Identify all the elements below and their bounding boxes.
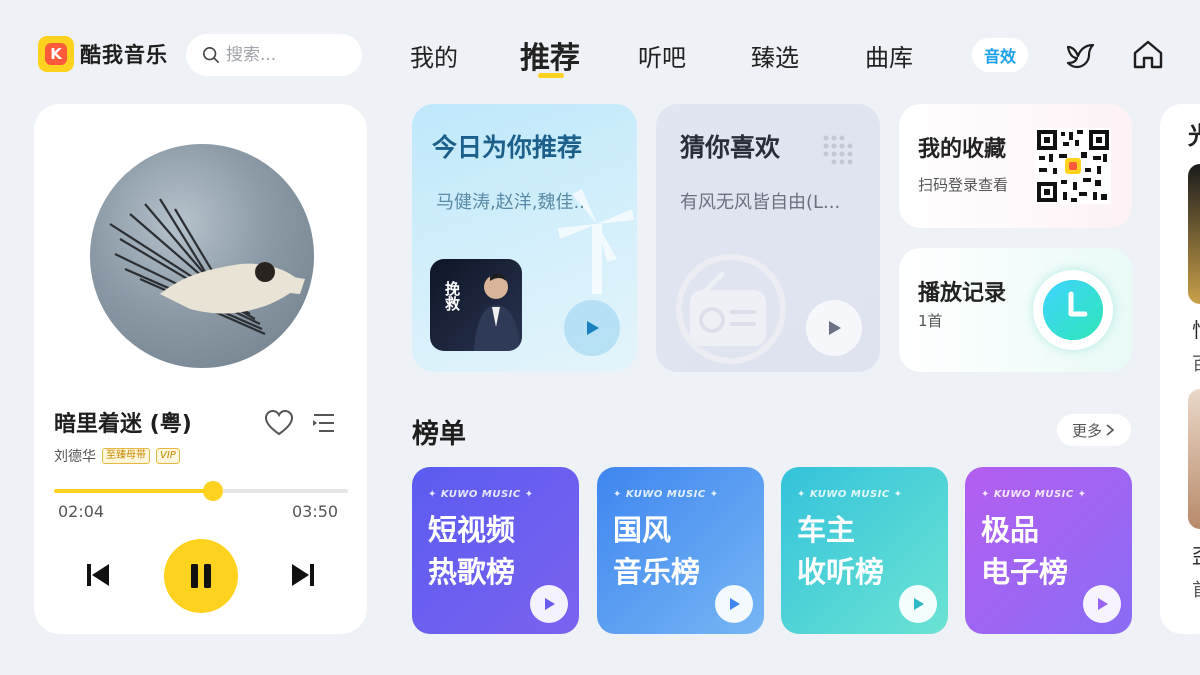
- daily-play-button[interactable]: [564, 300, 620, 356]
- now-playing-card: 暗里着迷 (粤) 刘德华 至臻母带 VIP 02:04 03:50: [34, 104, 367, 634]
- partial-text-4: 首: [1192, 576, 1200, 602]
- chart-play-button[interactable]: [715, 585, 753, 623]
- sound-effect-button[interactable]: 音效: [972, 38, 1028, 72]
- kuwo-music-brand: ✦ KUWO MUSIC ✦: [981, 489, 1087, 500]
- chart-name-line1: 极品: [981, 513, 1040, 547]
- pause-icon: [191, 564, 211, 588]
- artist-name[interactable]: 刘德华: [54, 446, 96, 466]
- kuwo-music-brand: ✦ KUWO MUSIC ✦: [797, 489, 903, 500]
- clock-graphic: [1043, 280, 1103, 340]
- partial-text-2: 百: [1192, 350, 1200, 376]
- chart-card-electronic[interactable]: ✦ KUWO MUSIC ✦ 极品 电子榜: [965, 467, 1132, 634]
- kuwo-music-brand: ✦ KUWO MUSIC ✦: [428, 489, 534, 500]
- tab-selected[interactable]: 臻选: [751, 38, 799, 73]
- chart-name-line1: 车主: [797, 513, 856, 547]
- search-box[interactable]: [186, 34, 362, 76]
- chart-name-line1: 国风: [613, 513, 672, 547]
- play-icon: [914, 598, 924, 610]
- chart-name-line1: 短视频: [428, 513, 516, 547]
- progress-fill: [54, 489, 213, 493]
- tab-recommend[interactable]: 推荐: [520, 33, 580, 77]
- favorites-title: 我的收藏: [918, 137, 1007, 162]
- top-bar: K 酷我音乐 我的 推荐 听吧 臻选 曲库 音效: [0, 0, 1200, 104]
- kuwo-logo-icon: K: [38, 36, 74, 72]
- artist-row: 刘德华 至臻母带 VIP: [54, 446, 180, 466]
- progress-handle[interactable]: [202, 481, 223, 501]
- current-time: 02:04: [58, 502, 105, 521]
- chevron-right-icon: [1106, 424, 1115, 436]
- app-name: 酷我音乐: [80, 43, 168, 67]
- album-thumb-title: 挽救: [443, 281, 461, 311]
- radio-icon: [676, 254, 786, 364]
- history-title: 播放记录: [918, 281, 1007, 306]
- search-input[interactable]: [226, 45, 346, 65]
- charts-more-button[interactable]: 更多: [1057, 414, 1131, 446]
- album-art: [109, 198, 305, 336]
- bird-icon[interactable]: [1064, 38, 1098, 72]
- tab-mine[interactable]: 我的: [410, 38, 458, 73]
- search-icon: [202, 46, 220, 64]
- partial-thumb-1: [1188, 164, 1200, 304]
- partial-side-card[interactable]: 光 怕 百 歪 首: [1160, 104, 1200, 634]
- chart-name-line2: 热歌榜: [428, 555, 516, 589]
- partial-thumb-2: [1188, 389, 1200, 529]
- active-tab-indicator: [538, 73, 564, 78]
- play-history-card[interactable]: 播放记录 1首: [899, 248, 1132, 372]
- master-quality-badge: 至臻母带: [102, 448, 150, 464]
- partial-text-3: 歪: [1192, 540, 1200, 569]
- kuwo-music-brand: ✦ KUWO MUSIC ✦: [613, 489, 719, 500]
- more-label: 更多: [1071, 421, 1102, 440]
- chart-card-short-video[interactable]: ✦ KUWO MUSIC ✦ 短视频 热歌榜: [412, 467, 579, 634]
- previous-track-icon[interactable]: [84, 561, 112, 589]
- playlist-icon[interactable]: [310, 409, 338, 437]
- chart-play-button[interactable]: [1083, 585, 1121, 623]
- qr-code-icon[interactable]: [1035, 128, 1111, 204]
- song-title: 暗里着迷 (粤): [54, 412, 192, 437]
- play-icon: [1098, 598, 1108, 610]
- progress-bar[interactable]: [54, 481, 348, 501]
- total-time: 03:50: [292, 502, 339, 521]
- daily-album-thumb: 挽救: [430, 259, 522, 351]
- play-icon: [587, 321, 599, 335]
- chart-card-guofeng[interactable]: ✦ KUWO MUSIC ✦ 国风 音乐榜: [597, 467, 764, 634]
- chart-play-button[interactable]: [530, 585, 568, 623]
- chart-play-button[interactable]: [899, 585, 937, 623]
- play-icon: [545, 598, 555, 610]
- vip-badge: VIP: [156, 448, 180, 464]
- pause-button[interactable]: [164, 539, 238, 613]
- next-track-icon[interactable]: [289, 561, 317, 589]
- guess-you-like-card[interactable]: 猜你喜欢 有风无风皆自由(L...: [656, 104, 880, 372]
- dots-decoration: [823, 135, 853, 165]
- guess-title: 猜你喜欢: [680, 133, 781, 162]
- artist-silhouette: [474, 273, 520, 351]
- play-icon: [829, 321, 841, 335]
- partial-text-1: 怕: [1192, 314, 1200, 343]
- play-icon: [730, 598, 740, 610]
- chart-name-line2: 收听榜: [797, 555, 885, 589]
- chart-name-line2: 音乐榜: [613, 555, 701, 589]
- history-subtitle: 1首: [918, 312, 943, 330]
- charts-section-title: 榜单: [412, 419, 466, 450]
- partial-title: 光: [1188, 116, 1200, 151]
- tab-listen[interactable]: 听吧: [638, 38, 686, 73]
- chart-card-car-owner[interactable]: ✦ KUWO MUSIC ✦ 车主 收听榜: [781, 467, 948, 634]
- guess-play-button[interactable]: [806, 300, 862, 356]
- album-cover[interactable]: [90, 144, 314, 368]
- guess-subtitle: 有风无风皆自由(L...: [680, 192, 841, 213]
- heart-icon[interactable]: [264, 409, 294, 437]
- daily-title: 今日为你推荐: [432, 133, 583, 162]
- clock-icon: [1033, 270, 1113, 350]
- home-icon[interactable]: [1131, 38, 1165, 72]
- daily-subtitle: 马健涛,赵洋,魏佳..: [436, 192, 585, 213]
- chart-name-line2: 电子榜: [981, 555, 1069, 589]
- tab-library[interactable]: 曲库: [865, 38, 913, 73]
- daily-recommend-card[interactable]: 今日为你推荐 马健涛,赵洋,魏佳.. 挽救: [412, 104, 637, 372]
- favorites-card[interactable]: 我的收藏 扫码登录查看: [899, 104, 1132, 228]
- favorites-subtitle: 扫码登录查看: [918, 176, 1009, 194]
- app-logo[interactable]: K 酷我音乐: [38, 36, 168, 72]
